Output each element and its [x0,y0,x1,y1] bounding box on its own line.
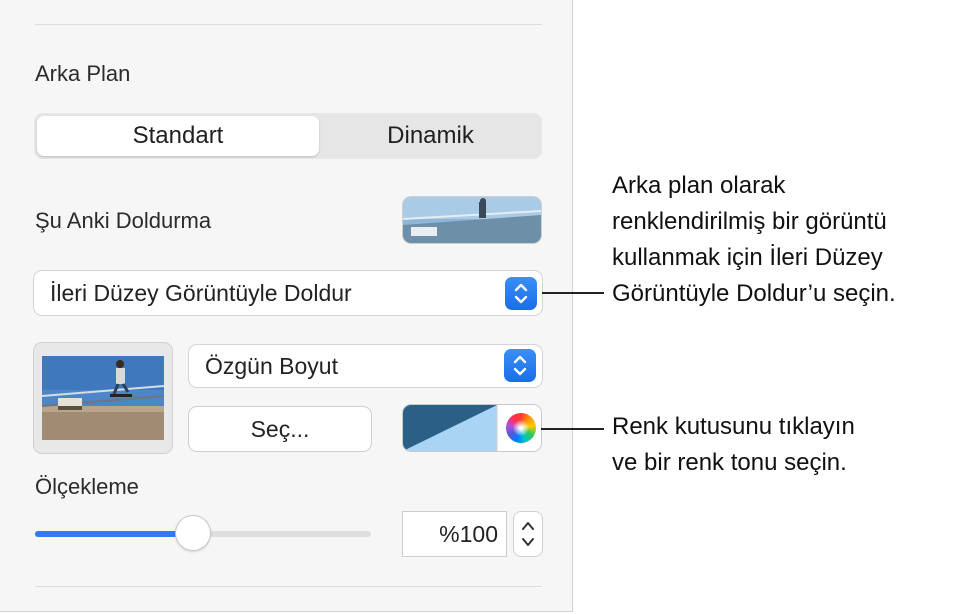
fill-callout-line [542,292,604,294]
size-mode-chevron-icon [504,349,536,382]
color-callout-line-1: Renk kutusunu tıklayın [612,413,855,440]
current-fill-label: Şu Anki Doldurma [35,208,212,233]
color-callout-line [541,428,604,430]
segment-dynamic[interactable]: Dinamik [322,116,539,156]
choose-image-button[interactable]: Seç... [189,407,371,451]
background-inspector-panel: Arka Plan Standart Dinamik Şu Anki Doldu… [0,0,573,612]
scale-slider-knob[interactable] [175,516,210,550]
color-wheel-icon[interactable] [506,413,536,443]
scale-value-field[interactable]: %100 [403,512,506,556]
size-mode-value: Özgün Boyut [205,353,338,379]
segment-standard[interactable]: Standart [37,116,319,156]
top-divider [35,24,542,25]
size-mode-popup[interactable]: Özgün Boyut [189,345,542,387]
image-well[interactable] [34,343,172,453]
fill-callout-line-1: Arka plan olarak [612,172,786,199]
fill-type-chevron-icon [505,277,537,310]
current-fill-preview[interactable] [403,197,541,243]
bottom-divider [35,586,542,587]
color-callout-text: Renk kutusunu tıklayın ve bir renk tonu … [612,409,855,481]
scale-slider-fill [35,531,193,537]
scale-label: Ölçekleme [35,474,139,499]
fill-callout-line-2: renklendirilmiş bir görüntü [612,208,887,235]
fill-callout-line-3: kullanmak için İleri Düzey [612,244,883,271]
fill-callout-text: Arka plan olarak renklendirilmiş bir gör… [612,168,896,312]
fill-type-value: İleri Düzey Görüntüyle Doldur [50,280,352,306]
color-callout-line-2: ve bir renk tonu seçin. [612,449,847,476]
stepper-arrows-icon [522,522,534,546]
fill-callout-line-4: Görüntüyle Doldur’u seçin. [612,280,896,307]
skateboard-photo [42,356,164,440]
fill-type-popup[interactable]: İleri Düzey Görüntüyle Doldur [34,271,542,315]
tint-color-well[interactable] [403,405,541,451]
section-title: Arka Plan [35,61,131,86]
background-type-segmented-control: Standart Dinamik [34,113,542,159]
scale-stepper[interactable] [514,512,542,556]
